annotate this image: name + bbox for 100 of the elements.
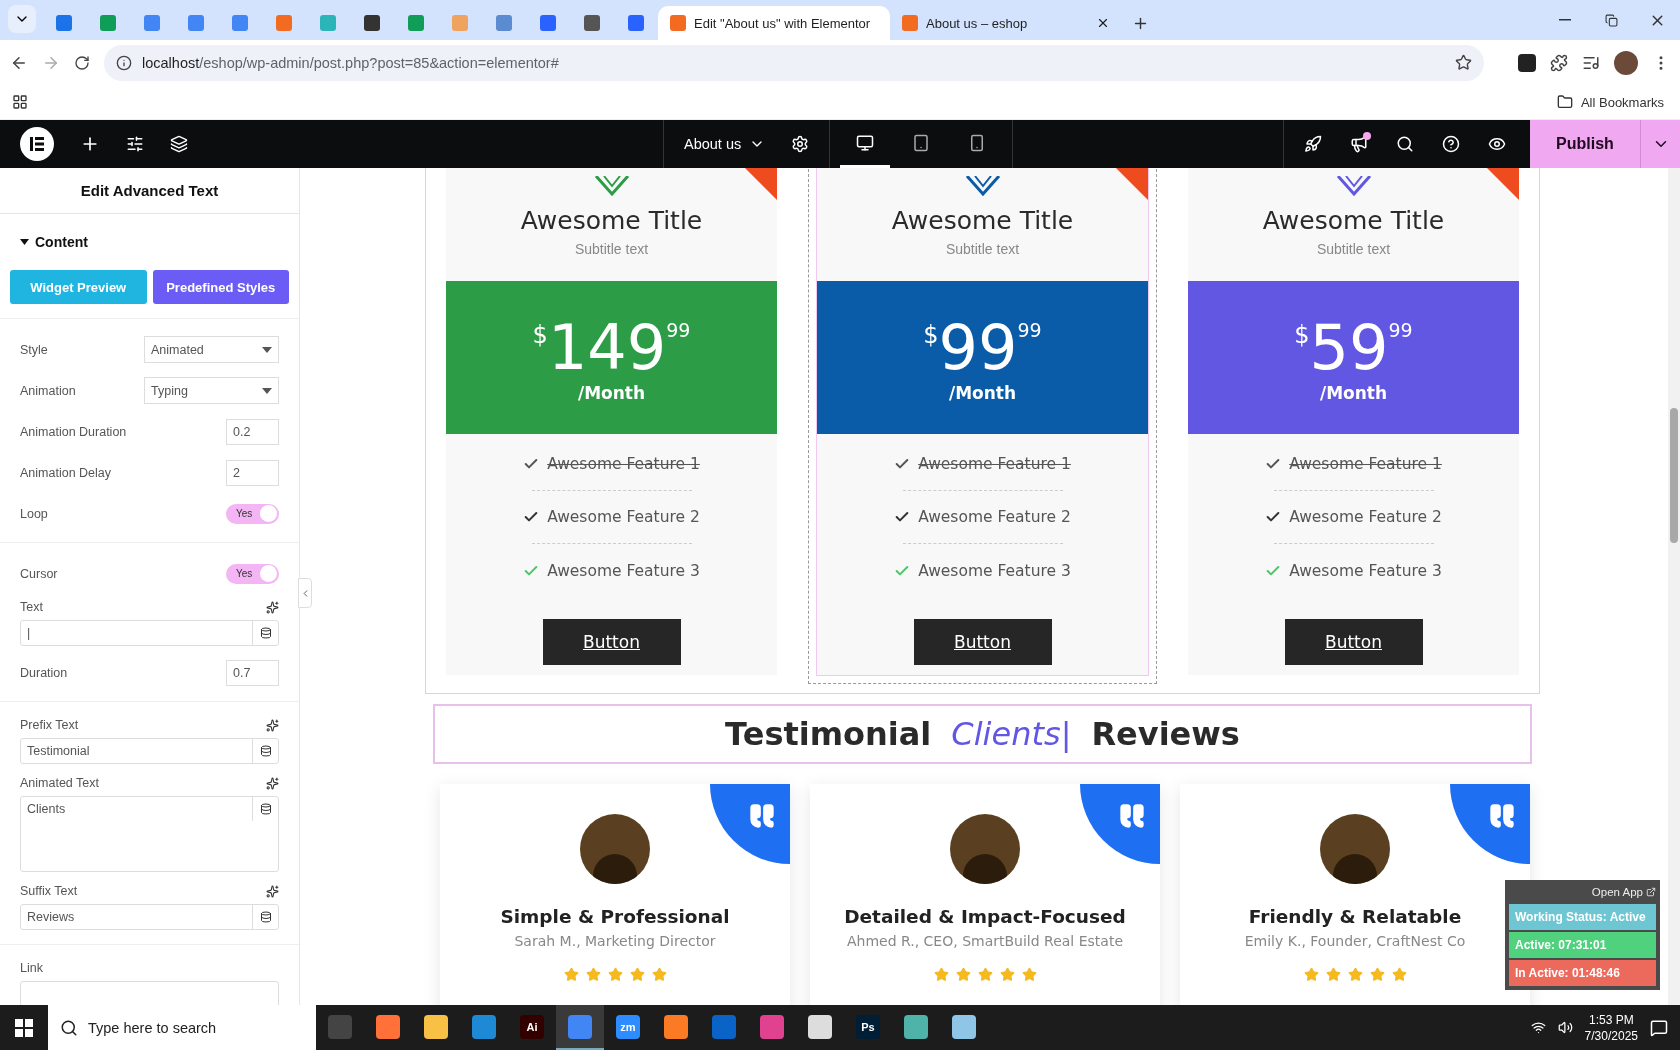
testimonial-title: Detailed & Impact-Focused — [844, 906, 1126, 927]
open-app-link[interactable]: Open App — [1591, 886, 1656, 898]
clock[interactable]: 1:53 PM 7/30/2025 — [1584, 1011, 1638, 1044]
info-icon[interactable] — [116, 54, 132, 71]
bookmarks-folder[interactable]: All Bookmarks — [1556, 94, 1664, 110]
browser-tab[interactable]: Edit "About us" with Elementor — [658, 6, 890, 40]
network-icon[interactable] — [1530, 1020, 1546, 1035]
scrollbar-thumb[interactable] — [1670, 408, 1678, 543]
field-label: Text — [20, 600, 43, 614]
price-period: /Month — [1319, 382, 1388, 403]
diamond-icon — [1335, 176, 1372, 196]
section-toggle[interactable]: Content — [0, 214, 299, 270]
dynamic-tags-icon[interactable] — [259, 627, 272, 639]
device-glyph-icon — [856, 133, 875, 152]
star-icon — [629, 967, 645, 982]
diamond-icon — [964, 176, 1001, 196]
extension-icon[interactable] — [1518, 53, 1536, 72]
plan-button[interactable]: Button — [913, 619, 1052, 665]
feature-text: Awesome Feature 1 — [547, 455, 700, 473]
section-heading: Testimonial Clients| Reviews — [433, 704, 1532, 764]
browser-tab[interactable]: About us – eshop — [890, 6, 1122, 40]
panel-title: Edit Advanced Text — [0, 168, 299, 214]
star-icon — [1021, 967, 1037, 982]
megaphone-icon[interactable] — [1350, 135, 1368, 153]
settings-icon[interactable] — [791, 135, 810, 153]
dynamic-tags-icon[interactable] — [259, 911, 272, 923]
feature-text: Awesome Feature 3 — [547, 561, 700, 580]
ai-sparkle-icon[interactable] — [266, 776, 279, 790]
star-icon — [607, 967, 623, 982]
star-icon — [1347, 967, 1363, 982]
ai-sparkle-icon[interactable] — [266, 600, 279, 614]
select-field[interactable]: Typing — [144, 377, 279, 404]
settings-sliders-icon[interactable] — [126, 135, 144, 153]
volume-icon[interactable] — [1557, 1020, 1573, 1035]
star-icon — [1369, 967, 1385, 982]
taskbar-search[interactable]: Type here to search — [48, 1005, 316, 1050]
preview-icon[interactable] — [1488, 135, 1506, 153]
toggle-switch[interactable]: Yes — [226, 503, 279, 524]
rocket-icon[interactable] — [1304, 135, 1322, 153]
corner-ribbon — [745, 168, 777, 200]
panel-button[interactable]: Predefined Styles — [152, 270, 289, 304]
tab-search-button[interactable] — [8, 4, 36, 33]
star-icon — [955, 967, 971, 982]
testimonial-author: Sarah M., Marketing Director — [514, 933, 716, 949]
reload-icon[interactable] — [74, 54, 90, 71]
field-label: Loop — [20, 506, 48, 521]
folder-icon — [1556, 94, 1573, 110]
taskbar-app[interactable]: Ps — [844, 1005, 892, 1050]
close-icon[interactable] — [1096, 16, 1110, 30]
field-label: Animation Duration — [20, 424, 127, 439]
star-icon — [977, 967, 993, 982]
notification-dot — [1363, 132, 1371, 140]
apps-icon[interactable] — [12, 94, 28, 110]
address-bar[interactable]: localhost/eshop/wp-admin/post.php?post=85&action=elementor# — [104, 44, 1484, 81]
star-icon — [651, 967, 667, 982]
collapse-handle[interactable] — [298, 578, 312, 608]
feature-text: Awesome Feature 2 — [918, 508, 1071, 526]
bookmark-star-icon[interactable] — [1455, 54, 1472, 71]
field-label: Style — [20, 342, 48, 357]
price-period: /Month — [577, 382, 646, 403]
profile-avatar[interactable] — [1614, 50, 1638, 75]
text-field[interactable]: | — [20, 620, 279, 646]
elementor-logo[interactable] — [20, 127, 54, 161]
windows-icon[interactable] — [15, 1018, 33, 1037]
field-label: Animation Delay — [20, 465, 111, 480]
number-field[interactable]: 2 — [226, 459, 279, 486]
help-icon[interactable] — [1442, 135, 1460, 153]
ai-sparkle-icon[interactable] — [266, 884, 279, 898]
select-field[interactable]: Animated — [144, 336, 279, 363]
text-field[interactable]: Reviews — [20, 904, 279, 930]
taskbar-app[interactable]: Ai — [508, 1005, 556, 1050]
number-field[interactable]: 0.7 — [226, 659, 279, 686]
feature-text: Awesome Feature 3 — [918, 561, 1071, 580]
testimonial-author: Emily K., Founder, CraftNest Co — [1244, 933, 1466, 949]
number-field[interactable]: 0.2 — [226, 418, 279, 445]
caret-icon — [20, 239, 29, 245]
star-icon — [1303, 967, 1319, 982]
extensions-icon[interactable] — [1550, 53, 1568, 72]
plan-button[interactable]: Button — [1284, 619, 1423, 665]
external-link-icon — [1646, 887, 1656, 897]
device-glyph-icon — [912, 133, 931, 152]
layers-icon[interactable] — [170, 135, 188, 153]
notifications-icon[interactable] — [1650, 1018, 1668, 1037]
page-selector[interactable]: About us — [684, 136, 766, 152]
price-period: /Month — [948, 382, 1017, 403]
text-field[interactable]: Testimonial — [20, 738, 279, 764]
toggle-switch[interactable]: Yes — [226, 563, 279, 584]
search-icon[interactable] — [1396, 135, 1414, 153]
star-icon — [1391, 967, 1407, 982]
dynamic-tags-icon[interactable] — [259, 803, 272, 815]
search-icon — [60, 1018, 78, 1037]
dynamic-tags-icon[interactable] — [259, 745, 272, 757]
publish-button[interactable]: Publish — [1530, 120, 1640, 168]
textarea-field[interactable]: Clients — [20, 796, 279, 872]
minimize-icon — [1559, 19, 1571, 21]
star-icon — [933, 967, 949, 982]
plan-button[interactable]: Button — [542, 619, 681, 665]
ai-sparkle-icon[interactable] — [266, 718, 279, 732]
field-label: Cursor — [20, 566, 58, 581]
field-label: Suffix Text — [20, 884, 78, 898]
